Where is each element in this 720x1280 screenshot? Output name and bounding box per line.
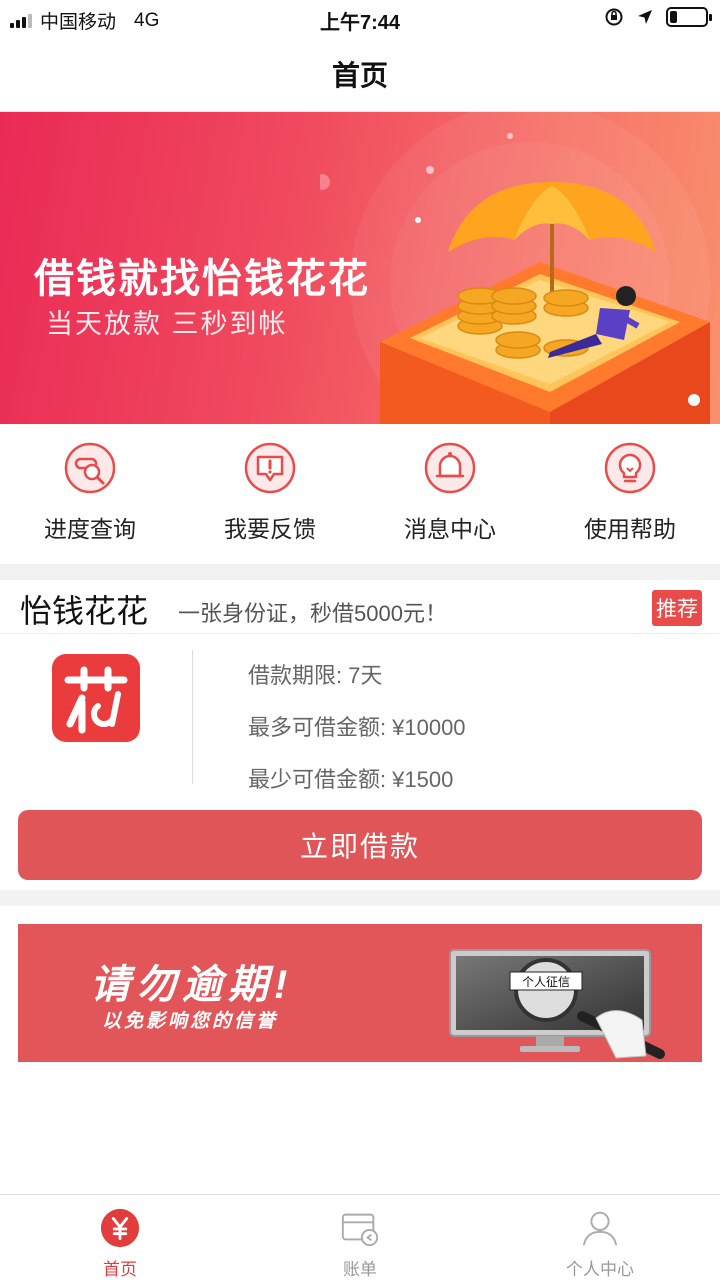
- ad-title: 请勿逾期!: [90, 963, 294, 1007]
- recommend-badge: 推荐: [652, 590, 702, 626]
- product-logo[interactable]: [52, 654, 140, 742]
- product-name: 怡钱花花: [20, 593, 149, 629]
- borrow-now-button[interactable]: 立即借款: [18, 810, 702, 880]
- quick-progress-query[interactable]: 进度查询: [0, 424, 180, 564]
- banner-illustration: [320, 112, 710, 424]
- yuan-icon: [100, 1208, 140, 1248]
- product-slogan: 一张身份证，秒借5000元！: [178, 601, 447, 626]
- section-divider: [0, 564, 720, 580]
- tab-label: 首页: [103, 1260, 137, 1279]
- section-divider: [0, 890, 720, 906]
- credit-monitor-illustration: 个人征信: [449, 949, 665, 1059]
- user-icon: [582, 1211, 618, 1246]
- quick-feedback[interactable]: 我要反馈: [180, 424, 360, 564]
- max-amount-label: 最多可借金额:: [248, 715, 387, 740]
- banner-title: 借钱就找怡钱花花: [34, 257, 370, 301]
- divider-line: [192, 650, 193, 784]
- max-amount-row: 最多可借金额: ¥10000: [248, 710, 466, 742]
- nav-bar: 首页: [0, 36, 720, 112]
- term-value: 7天: [348, 663, 383, 688]
- tab-label: 个人中心: [566, 1260, 634, 1279]
- credit-label: 个人征信: [522, 975, 570, 989]
- min-amount-row: 最少可借金额: ¥1500: [248, 762, 453, 794]
- min-amount-value: ¥1500: [392, 767, 454, 792]
- ad-banner[interactable]: 请勿逾期! 以免影响您的信誉 个人征信: [18, 924, 702, 1062]
- tab-profile[interactable]: 个人中心: [480, 1195, 720, 1280]
- quick-label: 使用帮助: [584, 516, 676, 542]
- battery-level: [670, 11, 677, 23]
- tab-label: 账单: [343, 1260, 377, 1279]
- quick-actions: 进度查询 我要反馈 消息中心 使用帮助: [0, 424, 720, 564]
- tab-bill[interactable]: 账单: [240, 1195, 480, 1280]
- quick-message-center[interactable]: 消息中心: [360, 424, 540, 564]
- min-amount-label: 最少可借金额:: [248, 767, 387, 792]
- term-label: 借款期限:: [248, 663, 343, 688]
- lightbulb-icon: [604, 442, 656, 494]
- page-title: 首页: [331, 59, 388, 91]
- tab-home[interactable]: 首页: [0, 1195, 240, 1280]
- tab-bar: 首页 账单 个人中心: [0, 1194, 720, 1280]
- ad-subtitle: 以免影响您的信誉: [102, 1011, 279, 1032]
- status-bar: 中国移动 4G 上午7:44: [0, 0, 720, 36]
- location-icon: [638, 10, 652, 24]
- battery-icon: [666, 7, 712, 27]
- quick-label: 消息中心: [404, 516, 496, 542]
- carousel-indicator[interactable]: [688, 394, 700, 406]
- promo-banner[interactable]: 借钱就找怡钱花花 当天放款 三秒到帐: [0, 112, 720, 424]
- feedback-icon: [244, 442, 296, 494]
- bell-icon: [424, 442, 476, 494]
- product-header: 怡钱花花 一张身份证，秒借5000元！ 推荐: [0, 580, 720, 634]
- max-amount-value: ¥10000: [392, 715, 466, 740]
- quick-help[interactable]: 使用帮助: [540, 424, 720, 564]
- quick-label: 我要反馈: [224, 516, 316, 542]
- search-progress-icon: [64, 442, 116, 494]
- orientation-lock-icon: [605, 8, 623, 26]
- banner-subtitle: 当天放款 三秒到帐: [46, 309, 288, 339]
- bill-icon: [341, 1213, 379, 1247]
- term-row: 借款期限: 7天: [248, 658, 382, 690]
- quick-label: 进度查询: [44, 516, 136, 542]
- flower-logo-icon: [64, 666, 128, 734]
